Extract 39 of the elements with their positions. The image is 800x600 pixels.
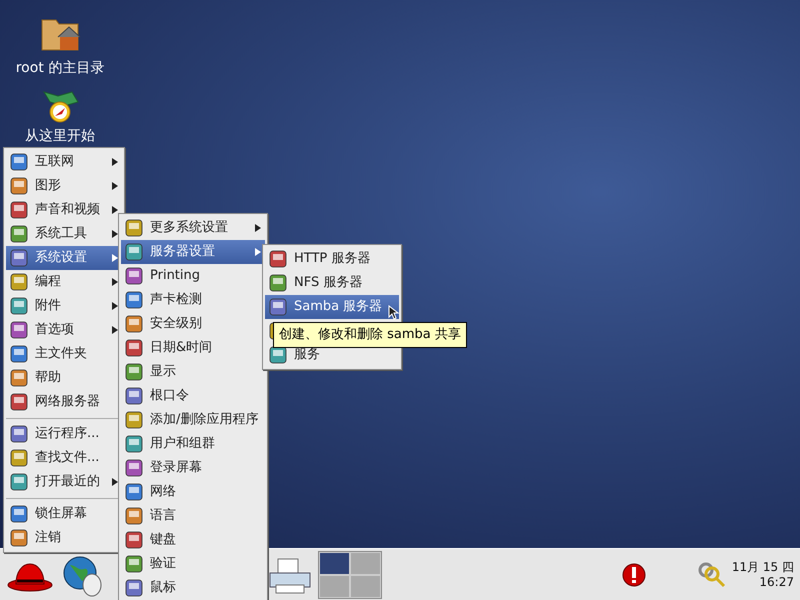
menu-item[interactable]: 运行程序...	[6, 422, 122, 446]
menu-item[interactable]: 键盘	[121, 528, 265, 552]
menu-item[interactable]: 系统工具	[6, 222, 122, 246]
menu-item[interactable]: 验证	[121, 552, 265, 576]
menu-item[interactable]: 编程	[6, 270, 122, 294]
menu-item[interactable]: 显示	[121, 360, 265, 384]
menu-item[interactable]: 帮助	[6, 366, 122, 390]
tooltip: 创建、修改和删除 samba 共享	[273, 322, 467, 348]
menu-item[interactable]: 用户和组群	[121, 432, 265, 456]
menu-item[interactable]: Samba 服务器	[265, 295, 399, 319]
menu-item[interactable]: 语言	[121, 504, 265, 528]
menu-item[interactable]: 附件	[6, 294, 122, 318]
menu-item[interactable]: 锁住屏幕	[6, 502, 122, 526]
menu-item[interactable]: 打开最近的	[6, 470, 122, 494]
menu-item[interactable]: 注销	[6, 526, 122, 550]
menu-item[interactable]: 日期&时间	[121, 336, 265, 360]
menu-item[interactable]: 声卡检测	[121, 288, 265, 312]
menu-item[interactable]: 添加/删除应用程序	[121, 408, 265, 432]
menu-item[interactable]: 根口令	[121, 384, 265, 408]
menu-item[interactable]: 查找文件...	[6, 446, 122, 470]
menu-item[interactable]: NFS 服务器	[265, 271, 399, 295]
icon-label[interactable]: root 的主目录	[16, 58, 104, 79]
menu-item[interactable]: 登录屏幕	[121, 456, 265, 480]
clock-date[interactable]: 11月 15 四	[732, 560, 794, 574]
menu-item[interactable]: Printing	[121, 264, 265, 288]
menu-item[interactable]: 更多系统设置	[121, 216, 265, 240]
menu-item[interactable]: 声音和视频	[6, 198, 122, 222]
menu-item[interactable]: 网络服务器	[6, 390, 122, 414]
menu-item[interactable]: 图形	[6, 174, 122, 198]
menu-item[interactable]: 首选项	[6, 318, 122, 342]
icon-label[interactable]: 从这里开始	[25, 126, 95, 147]
menu-item[interactable]: 互联网	[6, 150, 122, 174]
menu-item[interactable]: 鼠标	[121, 576, 265, 600]
menu-item[interactable]: 主文件夹	[6, 342, 122, 366]
menu-item[interactable]: 安全级别	[121, 312, 265, 336]
clock-time[interactable]: 16:27	[759, 574, 794, 590]
menu-item[interactable]: HTTP 服务器	[265, 247, 399, 271]
menu-item[interactable]: 服务器设置	[121, 240, 265, 264]
menu-item[interactable]: 网络	[121, 480, 265, 504]
